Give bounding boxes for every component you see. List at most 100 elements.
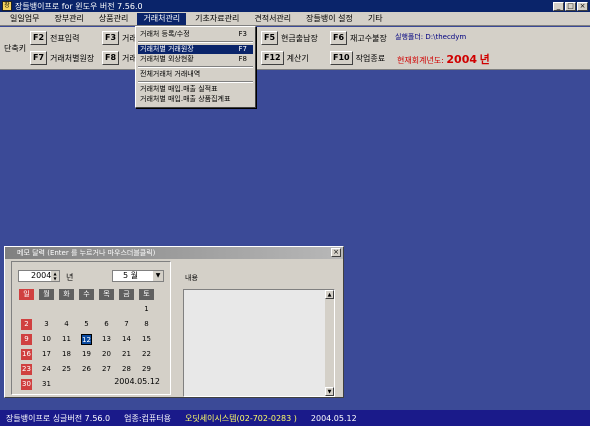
weekday-header: 금: [119, 289, 134, 300]
calendar-day-today[interactable]: 12: [81, 334, 92, 345]
calendar-day[interactable]: 21: [121, 349, 132, 360]
calendar-day[interactable]: 6: [101, 319, 112, 330]
calendar-day[interactable]: 1: [141, 304, 152, 315]
calendar-day[interactable]: 24: [41, 364, 52, 375]
weekday-header: 일: [19, 289, 34, 300]
scroll-up-icon[interactable]: ▲: [325, 290, 334, 299]
f5-button[interactable]: F5 현금출납장: [261, 31, 318, 45]
f7-label: 거래처별원장: [50, 53, 95, 63]
dd-sales-product-summary[interactable]: 거래처별 매입.매출 상품집계표: [138, 95, 253, 104]
note-textarea[interactable]: ▲ ▼: [183, 289, 335, 397]
f2-button[interactable]: F2 전표입력: [30, 31, 79, 45]
calendar-day[interactable]: 30: [21, 379, 32, 390]
f10-key[interactable]: F10: [330, 51, 353, 65]
calendar-day[interactable]: 25: [61, 364, 72, 375]
f2-label: 전표입력: [50, 33, 80, 43]
menu-daily[interactable]: 일일업무: [4, 13, 45, 25]
menu-settings[interactable]: 장들뱅이 설정: [300, 13, 359, 25]
calendar-day[interactable]: 28: [121, 364, 132, 375]
dd-sales-performance[interactable]: 거래처별 매입.매출 실적표: [138, 85, 253, 94]
calendar-day[interactable]: 23: [21, 364, 32, 375]
dd-client-register[interactable]: 거래처 등록/수정 F3: [138, 30, 253, 39]
calendar-day[interactable]: 9: [21, 334, 32, 345]
calendar-day[interactable]: 10: [41, 334, 52, 345]
year-label: 년: [66, 273, 74, 282]
calendar-day[interactable]: 31: [41, 379, 52, 390]
f3-button[interactable]: F3 거래: [102, 31, 137, 45]
menu-client[interactable]: 거래처관리: [137, 12, 187, 25]
memo-close-button[interactable]: ×: [331, 248, 341, 257]
year-value: 2004: [31, 271, 52, 280]
memo-title: 메모 달력 (Enter 를 누르거나 마우스더블클릭): [17, 249, 156, 257]
status-version: 장들뱅이프로 싱글버전 7.56.0: [6, 413, 111, 423]
f2-key[interactable]: F2: [30, 31, 48, 45]
f7-key[interactable]: F7: [30, 51, 48, 65]
calendar-day[interactable]: 11: [61, 334, 72, 345]
shortcut-toolbar: 단축키 F2 전표입력 F3 거래 F5 현금출납장 F6 재고수불장 실행폴더…: [0, 27, 590, 70]
calendar-panel: 2004 ▲ ▼ 년 5 월 ▼ 일월화수목금토 1 2 3 4 5 6 7 8 9 10 11 12…: [11, 261, 171, 395]
menu-etc[interactable]: 기타: [362, 13, 389, 25]
chevron-down-icon[interactable]: ▼: [153, 271, 163, 281]
menu-estimate[interactable]: 견적서관리: [248, 13, 297, 25]
calendar-day[interactable]: 15: [141, 334, 152, 345]
fiscal-year-suffix: 년: [479, 53, 490, 66]
f8-key[interactable]: F8: [102, 51, 120, 65]
note-scrollbar[interactable]: ▲ ▼: [325, 290, 334, 396]
maximize-button[interactable]: □: [565, 1, 576, 11]
month-select[interactable]: 5 월 ▼: [112, 270, 164, 282]
calendar-day[interactable]: 19: [81, 349, 92, 360]
f12-key[interactable]: F12: [261, 51, 284, 65]
dd-label: 거래처별 외상현황: [140, 55, 194, 63]
calendar-day[interactable]: 29: [141, 364, 152, 375]
weekday-header: 월: [39, 289, 54, 300]
calendar-day[interactable]: 13: [101, 334, 112, 345]
app-icon: 장: [2, 1, 12, 11]
calendar-day[interactable]: 14: [121, 334, 132, 345]
calendar-day[interactable]: 22: [141, 349, 152, 360]
client-menu-dropdown: 거래처 등록/수정 F3 거래처별 거래원장 F7 거래처별 외상현황 F8 전…: [135, 26, 256, 108]
menu-product[interactable]: 상품관리: [93, 13, 134, 25]
f6-button[interactable]: F6 재고수불장: [330, 31, 387, 45]
calendar-day[interactable]: 18: [61, 349, 72, 360]
calendar-day[interactable]: 3: [41, 319, 52, 330]
calendar-day[interactable]: 7: [121, 319, 132, 330]
calendar-day[interactable]: 2: [21, 319, 32, 330]
f7-button[interactable]: F7 거래처별원장: [30, 51, 94, 65]
menu-basic-data[interactable]: 기초자료관리: [189, 13, 245, 25]
minimize-button[interactable]: _: [553, 1, 564, 11]
calendar-day[interactable]: 16: [21, 349, 32, 360]
spin-down-icon[interactable]: ▼: [51, 276, 59, 281]
calendar-day[interactable]: 4: [61, 319, 72, 330]
dd-label: 거래처 등록/수정: [140, 30, 190, 38]
calendar-day[interactable]: 20: [101, 349, 112, 360]
status-bar: 장들뱅이프로 싱글버전 7.56.0 업종:컴퓨터용 오딧세이시스템(02-70…: [0, 410, 590, 426]
dd-all-transactions[interactable]: 전체거래처 거래내역: [138, 70, 253, 79]
scroll-down-icon[interactable]: ▼: [325, 387, 334, 396]
calendar-day[interactable]: 5: [81, 319, 92, 330]
menu-ledger[interactable]: 장부관리: [48, 13, 89, 25]
shortcut-label: 단축키: [4, 44, 27, 53]
note-label: 내용: [185, 274, 198, 282]
f5-label: 현금출납장: [281, 33, 318, 43]
status-date: 2004.05.12: [310, 413, 357, 423]
close-button[interactable]: ×: [577, 1, 588, 11]
fiscal-year: 현재회계년도: 2004 년: [397, 51, 490, 67]
f5-key[interactable]: F5: [261, 31, 279, 45]
year-spin-buttons[interactable]: ▲ ▼: [51, 271, 59, 281]
f12-button[interactable]: F12 계산기: [261, 51, 309, 65]
f3-key[interactable]: F3: [102, 31, 120, 45]
calendar-day[interactable]: 26: [81, 364, 92, 375]
f8-button[interactable]: F8 거래: [102, 51, 137, 65]
weekday-header: 토: [139, 289, 154, 300]
dd-client-credit[interactable]: 거래처별 외상현황 F8: [138, 55, 253, 64]
dd-separator: [138, 41, 253, 43]
calendar-day[interactable]: 27: [101, 364, 112, 375]
f6-key[interactable]: F6: [330, 31, 348, 45]
f10-button[interactable]: F10 작업종료: [330, 51, 385, 65]
dd-client-ledger[interactable]: 거래처별 거래원장 F7: [138, 45, 253, 54]
calendar-day[interactable]: 17: [41, 349, 52, 360]
calendar-day[interactable]: 8: [141, 319, 152, 330]
year-spinner[interactable]: 2004 ▲ ▼: [18, 270, 60, 282]
menu-bar: 일일업무 장부관리 상품관리 거래처관리 기초자료관리 견적서관리 장들뱅이 설…: [0, 12, 590, 26]
dd-label: 전체거래처 거래내역: [140, 70, 201, 78]
